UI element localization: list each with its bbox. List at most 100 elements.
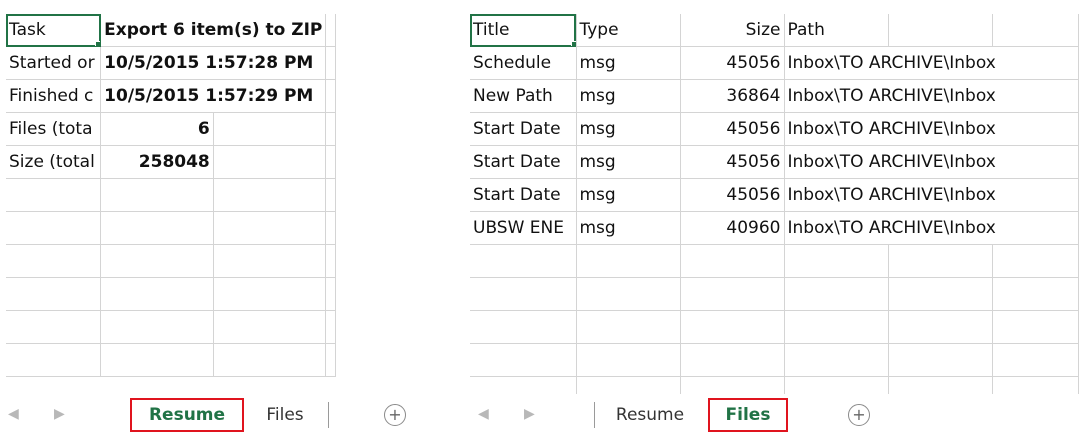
cell[interactable]: [325, 244, 336, 278]
cell-size[interactable]: 45056: [680, 145, 785, 179]
cell[interactable]: [100, 244, 214, 278]
cell[interactable]: [325, 79, 336, 113]
header-path[interactable]: Path: [784, 14, 889, 47]
cell-size[interactable]: 45056: [680, 112, 785, 146]
cell[interactable]: [992, 343, 1079, 377]
tab-files[interactable]: Files: [708, 398, 788, 432]
cell[interactable]: [100, 277, 214, 311]
plus-circle-icon[interactable]: +: [848, 404, 870, 426]
cell[interactable]: [888, 14, 993, 47]
cell-type[interactable]: msg: [576, 178, 681, 212]
cell[interactable]: [213, 244, 327, 278]
cell[interactable]: [470, 343, 577, 377]
cell[interactable]: [325, 178, 336, 212]
cell[interactable]: [992, 14, 1079, 47]
cell[interactable]: [680, 244, 785, 278]
cell-title[interactable]: UBSW ENE: [470, 211, 577, 245]
cell[interactable]: [784, 244, 889, 278]
cell[interactable]: [213, 277, 327, 311]
cell[interactable]: [576, 244, 681, 278]
cell-b3[interactable]: 10/5/2015 1:57:29 PM: [100, 79, 327, 113]
cell[interactable]: [470, 310, 577, 344]
cell-path[interactable]: Inbox\TO ARCHIVE\Inbox: [784, 178, 1079, 212]
cell-b4[interactable]: 6: [100, 112, 214, 146]
cell-title[interactable]: Schedule: [470, 46, 577, 80]
cell[interactable]: [470, 244, 577, 278]
header-size[interactable]: Size: [680, 14, 785, 47]
cell[interactable]: [325, 145, 336, 179]
cell[interactable]: [6, 244, 102, 278]
cell[interactable]: [680, 310, 785, 344]
cell[interactable]: [680, 343, 785, 377]
cell[interactable]: [888, 310, 993, 344]
cell-type[interactable]: msg: [576, 145, 681, 179]
cell[interactable]: [213, 112, 327, 146]
cell[interactable]: [325, 46, 336, 80]
cell[interactable]: [888, 343, 993, 377]
cell-a5[interactable]: Size (total: [6, 145, 102, 179]
cell-type[interactable]: msg: [576, 46, 681, 80]
cell-a1[interactable]: Task: [6, 14, 102, 47]
cell-path[interactable]: Inbox\TO ARCHIVE\Inbox: [784, 46, 1079, 80]
tab-files[interactable]: Files: [252, 398, 318, 432]
cell-title[interactable]: New Path: [470, 79, 577, 113]
cell-type[interactable]: msg: [576, 211, 681, 245]
cell[interactable]: [6, 178, 102, 212]
cell[interactable]: [100, 211, 214, 245]
cell[interactable]: [213, 310, 327, 344]
chevron-right-icon[interactable]: ▶: [524, 406, 535, 422]
cell[interactable]: [6, 310, 102, 344]
chevron-left-icon[interactable]: ◀: [8, 406, 19, 422]
cell[interactable]: [992, 277, 1079, 311]
cell[interactable]: [325, 14, 336, 47]
cell-type[interactable]: msg: [576, 79, 681, 113]
header-type[interactable]: Type: [576, 14, 681, 47]
cell[interactable]: [100, 178, 214, 212]
cell-b1[interactable]: Export 6 item(s) to ZIP: [100, 14, 327, 47]
cell[interactable]: [325, 277, 336, 311]
cell-type[interactable]: msg: [576, 112, 681, 146]
cell-path[interactable]: Inbox\TO ARCHIVE\Inbox: [784, 79, 1079, 113]
plus-circle-icon[interactable]: +: [384, 404, 406, 426]
cell-size[interactable]: 45056: [680, 46, 785, 80]
cell[interactable]: [576, 310, 681, 344]
cell[interactable]: [888, 277, 993, 311]
header-title[interactable]: Title: [470, 14, 577, 47]
cell[interactable]: [6, 277, 102, 311]
cell[interactable]: [6, 211, 102, 245]
cell-title[interactable]: Start Date: [470, 145, 577, 179]
cell[interactable]: [680, 277, 785, 311]
cell[interactable]: [784, 343, 889, 377]
cell[interactable]: [213, 343, 327, 377]
cell[interactable]: [325, 310, 336, 344]
chevron-left-icon[interactable]: ◀: [478, 406, 489, 422]
cell[interactable]: [100, 343, 214, 377]
cell-size[interactable]: 36864: [680, 79, 785, 113]
cell-title[interactable]: Start Date: [470, 112, 577, 146]
cell-path[interactable]: Inbox\TO ARCHIVE\Inbox: [784, 211, 1079, 245]
cell-b2[interactable]: 10/5/2015 1:57:28 PM: [100, 46, 327, 80]
cell-a4[interactable]: Files (tota: [6, 112, 102, 146]
tab-resume[interactable]: Resume: [602, 398, 698, 432]
cell[interactable]: [213, 145, 327, 179]
cell[interactable]: [6, 343, 102, 377]
cell[interactable]: [784, 310, 889, 344]
chevron-right-icon[interactable]: ▶: [54, 406, 65, 422]
cell-title[interactable]: Start Date: [470, 178, 577, 212]
cell[interactable]: [784, 277, 889, 311]
cell[interactable]: [213, 178, 327, 212]
cell[interactable]: [576, 343, 681, 377]
cell[interactable]: [325, 112, 336, 146]
cell[interactable]: [992, 310, 1079, 344]
cell-a2[interactable]: Started or: [6, 46, 102, 80]
cell-size[interactable]: 45056: [680, 178, 785, 212]
cell[interactable]: [213, 211, 327, 245]
cell-path[interactable]: Inbox\TO ARCHIVE\Inbox: [784, 145, 1079, 179]
cell[interactable]: [470, 277, 577, 311]
cell[interactable]: [325, 211, 336, 245]
cell-size[interactable]: 40960: [680, 211, 785, 245]
cell[interactable]: [576, 277, 681, 311]
cell[interactable]: [100, 310, 214, 344]
cell[interactable]: [888, 244, 993, 278]
cell-b5[interactable]: 258048: [100, 145, 214, 179]
